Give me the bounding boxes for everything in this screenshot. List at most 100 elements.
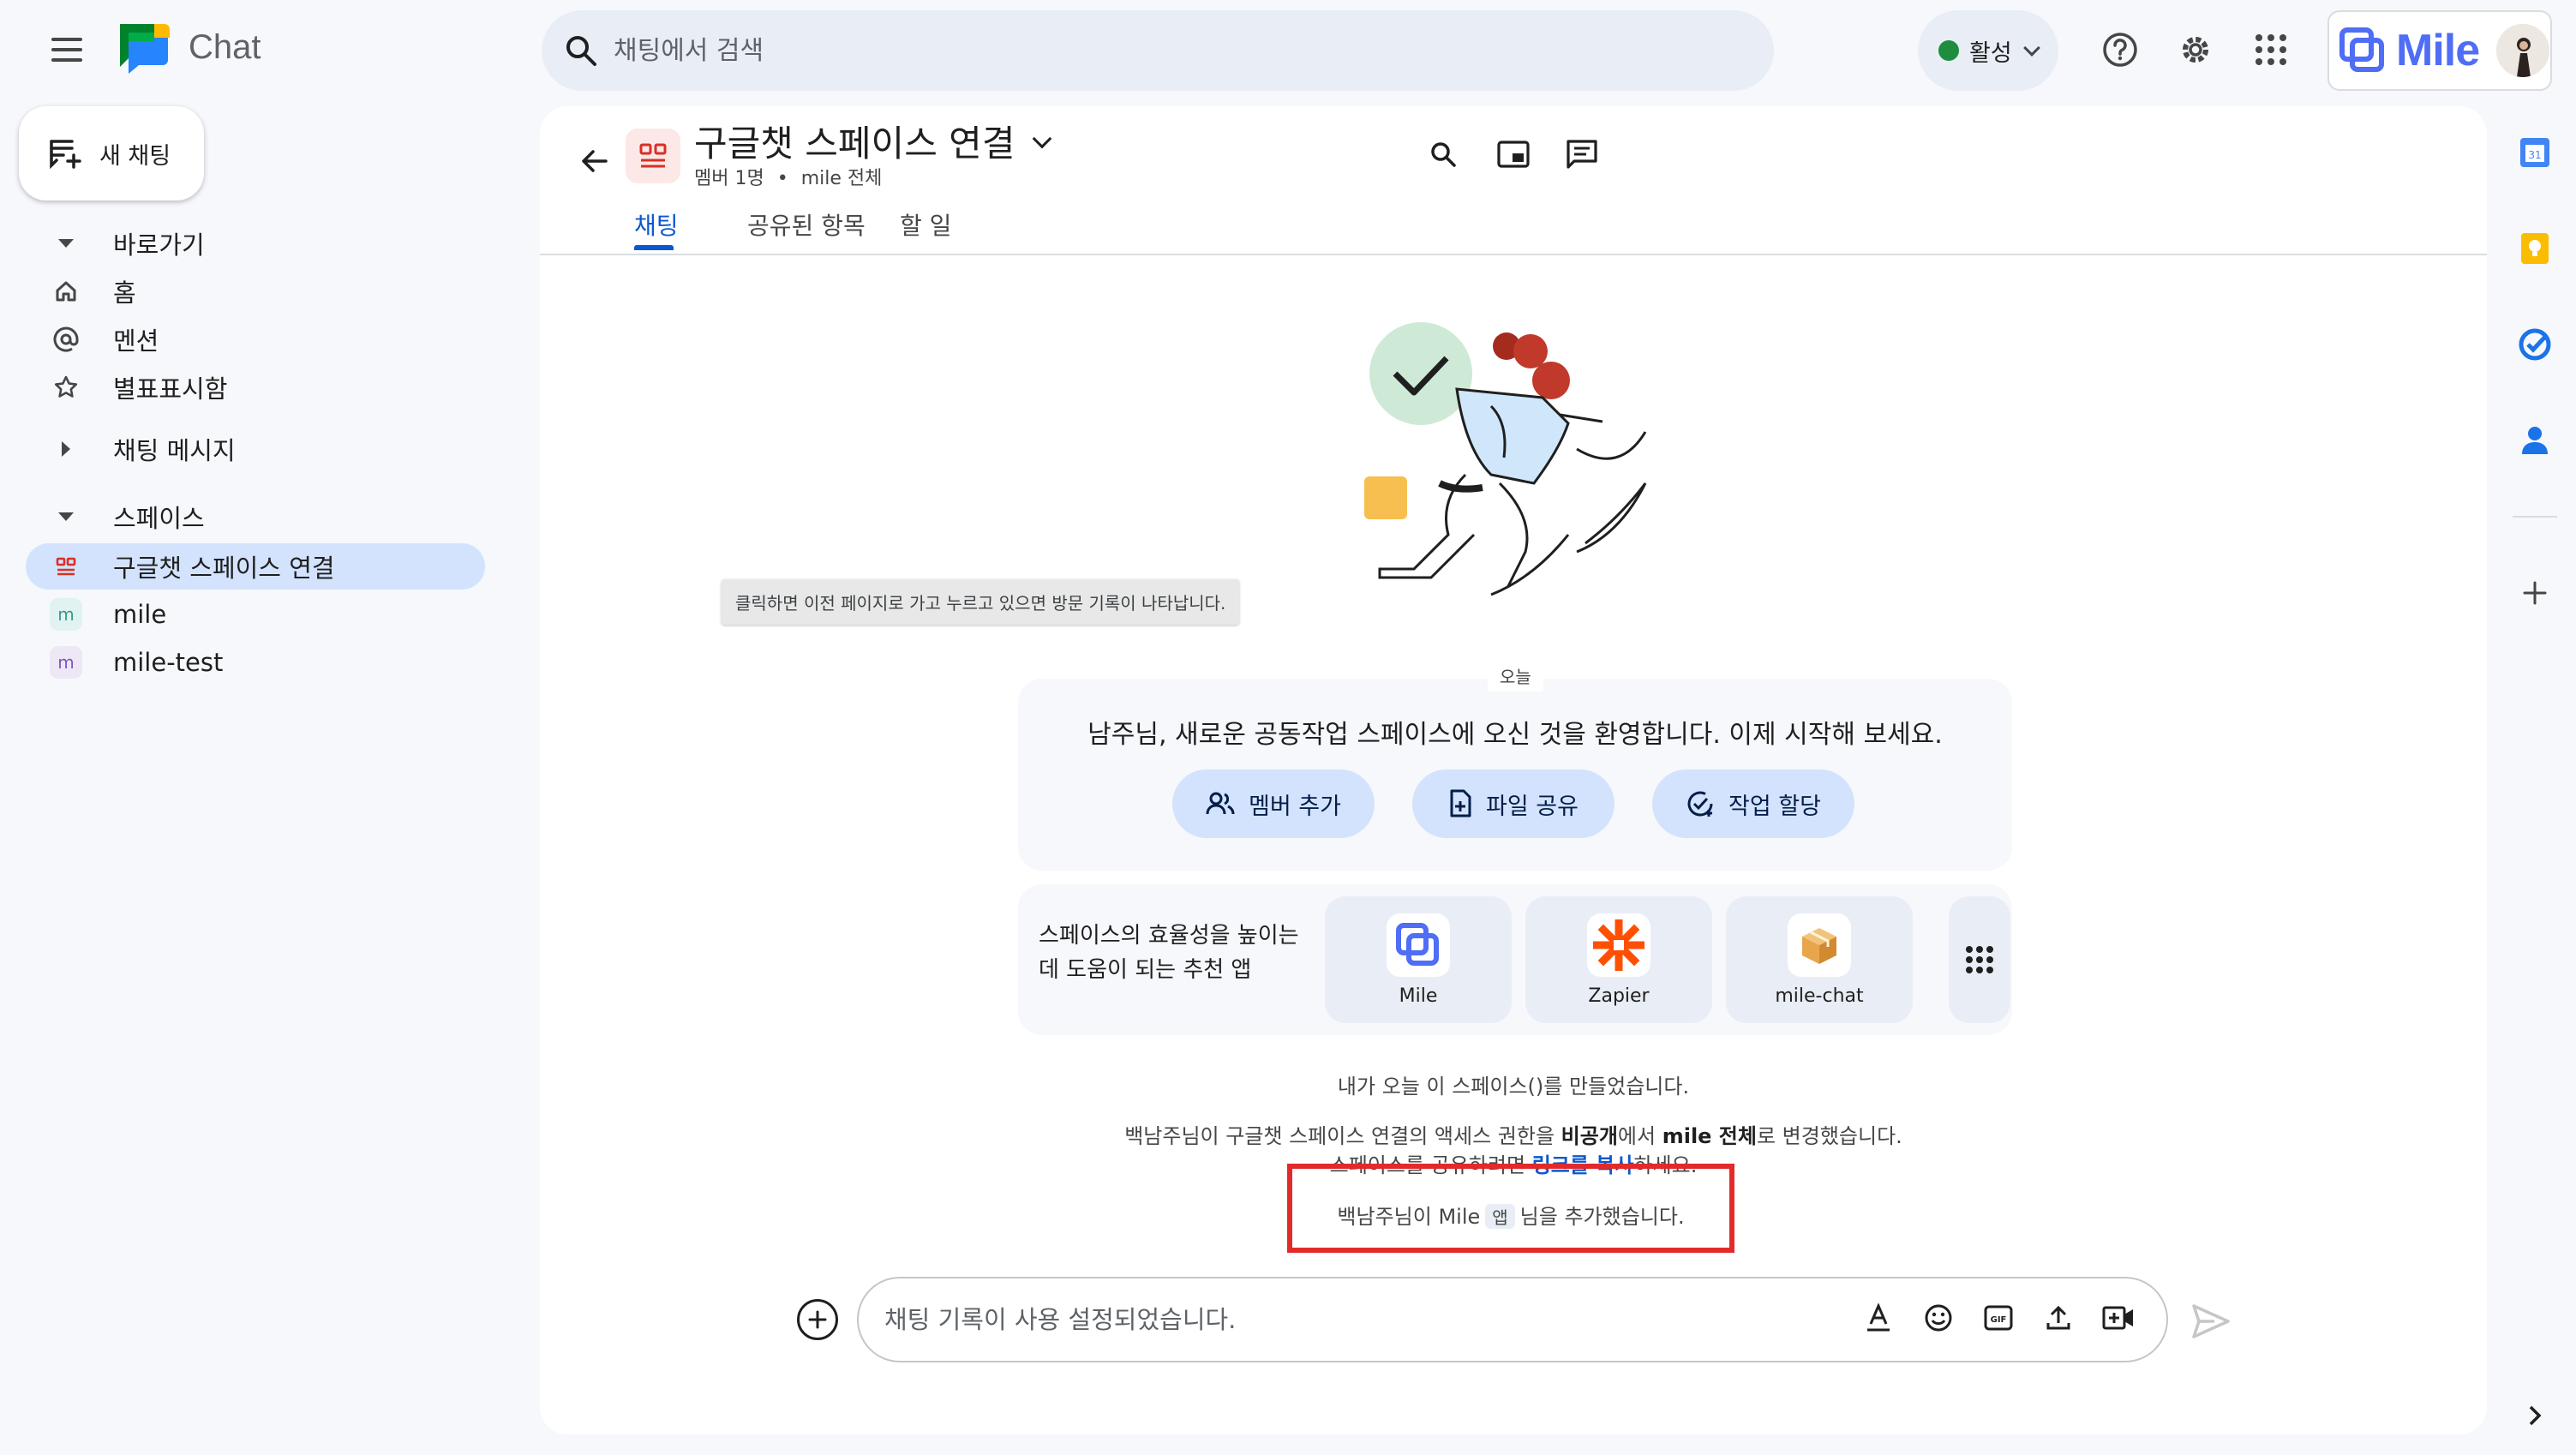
sidebar-item-starred[interactable]: 별표표시함	[26, 364, 485, 410]
help-button[interactable]	[2094, 24, 2146, 75]
back-button[interactable]	[571, 137, 619, 185]
spaces-section-toggle[interactable]: 스페이스	[26, 494, 485, 540]
welcome-illustration	[1364, 322, 1647, 596]
more-apps-button[interactable]	[1949, 896, 2010, 1023]
mile-logo-icon	[2339, 27, 2384, 72]
picture-in-picture-button[interactable]	[1488, 129, 1539, 180]
add-task-icon	[1687, 791, 1713, 817]
sidebar-item-space-mile-test[interactable]: m mile-test	[26, 639, 485, 686]
expand-arrow-icon	[45, 441, 87, 457]
send-button[interactable]	[2189, 1299, 2233, 1344]
direct-messages-section-toggle[interactable]: 채팅 메시지	[26, 426, 485, 472]
gif-button[interactable]: GIF	[1981, 1301, 2016, 1335]
send-icon	[2192, 1304, 2230, 1338]
keep-icon	[2521, 233, 2549, 264]
mile-logo-icon	[1387, 913, 1450, 977]
emoji-icon	[1925, 1304, 1952, 1332]
help-icon	[2103, 33, 2137, 67]
app-name: Zapier	[1588, 985, 1650, 1007]
status-label: 활성	[1969, 39, 2012, 67]
apps-launcher-button[interactable]	[2245, 24, 2297, 75]
share-file-button[interactable]: 파일 공유	[1412, 769, 1614, 838]
system-message-access: 백남주님이 구글챗 스페이스 연결의 액세스 권한을 비공개에서 mile 전체…	[540, 1119, 2487, 1149]
add-attachment-button[interactable]	[797, 1299, 838, 1340]
space-avatar-icon: m	[45, 598, 87, 631]
app-tile-mile-chat[interactable]: mile-chat	[1726, 896, 1913, 1023]
side-panel-divider	[2513, 516, 2557, 518]
package-icon	[1788, 913, 1851, 977]
expand-side-panel-button[interactable]	[2514, 1395, 2555, 1436]
button-label: 파일 공유	[1486, 793, 1579, 820]
access-to: mile 전체	[1662, 1124, 1757, 1148]
message-input[interactable]	[884, 1305, 1827, 1334]
sidebar-item-label: mile-test	[113, 648, 224, 677]
tasks-icon	[2519, 328, 2551, 361]
assign-task-button[interactable]: 작업 할당	[1652, 769, 1854, 838]
add-members-button[interactable]: 멤버 추가	[1172, 769, 1375, 838]
sidebar-item-space-mile[interactable]: m mile	[26, 591, 485, 638]
video-add-icon	[2102, 1306, 2133, 1330]
welcome-card: 남주님, 새로운 공동작업 스페이스에 오신 것을 환영합니다. 이제 시작해 …	[1018, 679, 2012, 871]
main-menu-button[interactable]	[46, 33, 87, 67]
tab-shared[interactable]: 공유된 항목	[747, 207, 866, 242]
highlight-box	[1287, 1164, 1734, 1253]
add-people-icon	[1206, 792, 1235, 815]
active-tab-indicator	[634, 245, 674, 250]
file-add-icon	[1450, 789, 1471, 817]
pip-icon	[1497, 141, 1530, 168]
search-bar[interactable]	[542, 10, 1774, 91]
upload-icon	[2046, 1305, 2070, 1330]
message-text: 로 변경했습니다.	[1756, 1124, 1902, 1148]
svg-text:GIF: GIF	[1991, 1315, 2007, 1325]
home-icon	[45, 279, 87, 303]
status-dot-icon	[1938, 40, 1959, 61]
sidebar-item-label: 홈	[113, 278, 136, 308]
sidebar-item-mentions[interactable]: 멘션	[26, 316, 485, 362]
arrow-back-icon	[582, 150, 608, 172]
threads-button[interactable]	[1556, 129, 1608, 180]
app-tile-zapier[interactable]: Zapier	[1525, 896, 1712, 1023]
app-logo[interactable]: Chat	[117, 21, 261, 74]
search-icon	[1431, 142, 1456, 167]
apps-grid-icon	[2255, 34, 2286, 65]
zapier-logo-icon	[1587, 913, 1650, 977]
video-meeting-button[interactable]	[2101, 1301, 2136, 1335]
space-main-panel: 구글챗 스페이스 연결 멤버 1명 • mile 전체 채팅 공유된 항목 할 …	[540, 106, 2487, 1434]
upload-button[interactable]	[2041, 1301, 2076, 1335]
space-group-icon	[639, 143, 667, 168]
space-search-button[interactable]	[1417, 129, 1469, 180]
space-badge: m	[50, 598, 82, 631]
search-icon	[566, 36, 596, 66]
app-tile-mile[interactable]: Mile	[1325, 896, 1512, 1023]
welcome-message: 남주님, 새로운 공동작업 스페이스에 오신 것을 환영합니다. 이제 시작해 …	[1087, 720, 1943, 750]
tasks-app-button[interactable]	[2514, 324, 2555, 365]
app-name: Chat	[189, 27, 261, 66]
keep-app-button[interactable]	[2514, 228, 2555, 269]
recommended-apps-text: 스페이스의 효율성을 높이는 데 도움이 되는 추천 앱	[1039, 923, 1299, 983]
member-count: 멤버 1명	[694, 168, 764, 189]
status-dropdown[interactable]: 활성	[1918, 10, 2058, 91]
apps-grid-icon	[1966, 946, 1993, 973]
app-name: Mile	[1399, 985, 1438, 1007]
tab-chat[interactable]: 채팅	[634, 207, 679, 242]
avatar[interactable]	[2496, 24, 2550, 77]
section-header: 채팅 메시지	[113, 436, 236, 465]
settings-button[interactable]	[2170, 24, 2221, 75]
emoji-button[interactable]	[1921, 1301, 1956, 1335]
account-switcher[interactable]: Mile	[2327, 10, 2552, 91]
search-input[interactable]	[614, 35, 1642, 66]
shortcuts-section-toggle[interactable]: 바로가기	[26, 220, 485, 266]
text-format-button[interactable]	[1861, 1301, 1896, 1335]
access-from: 비공개	[1561, 1124, 1618, 1148]
space-title-dropdown[interactable]: 구글챗 스페이스 연결	[694, 115, 1052, 167]
plus-icon	[808, 1310, 827, 1329]
contacts-app-button[interactable]	[2514, 420, 2555, 461]
new-chat-button[interactable]: 새 채팅	[19, 106, 204, 201]
calendar-app-button[interactable]: 31	[2514, 132, 2555, 173]
sidebar-item-space-googlechat[interactable]: 구글챗 스페이스 연결	[26, 543, 485, 590]
add-side-app-button[interactable]	[2514, 572, 2555, 614]
tab-tasks[interactable]: 할 일	[900, 207, 951, 242]
sidebar-item-home[interactable]: 홈	[26, 268, 485, 314]
system-message-created: 내가 오늘 이 스페이스()를 만들었습니다.	[1337, 1075, 1690, 1099]
contacts-icon	[2522, 427, 2548, 454]
